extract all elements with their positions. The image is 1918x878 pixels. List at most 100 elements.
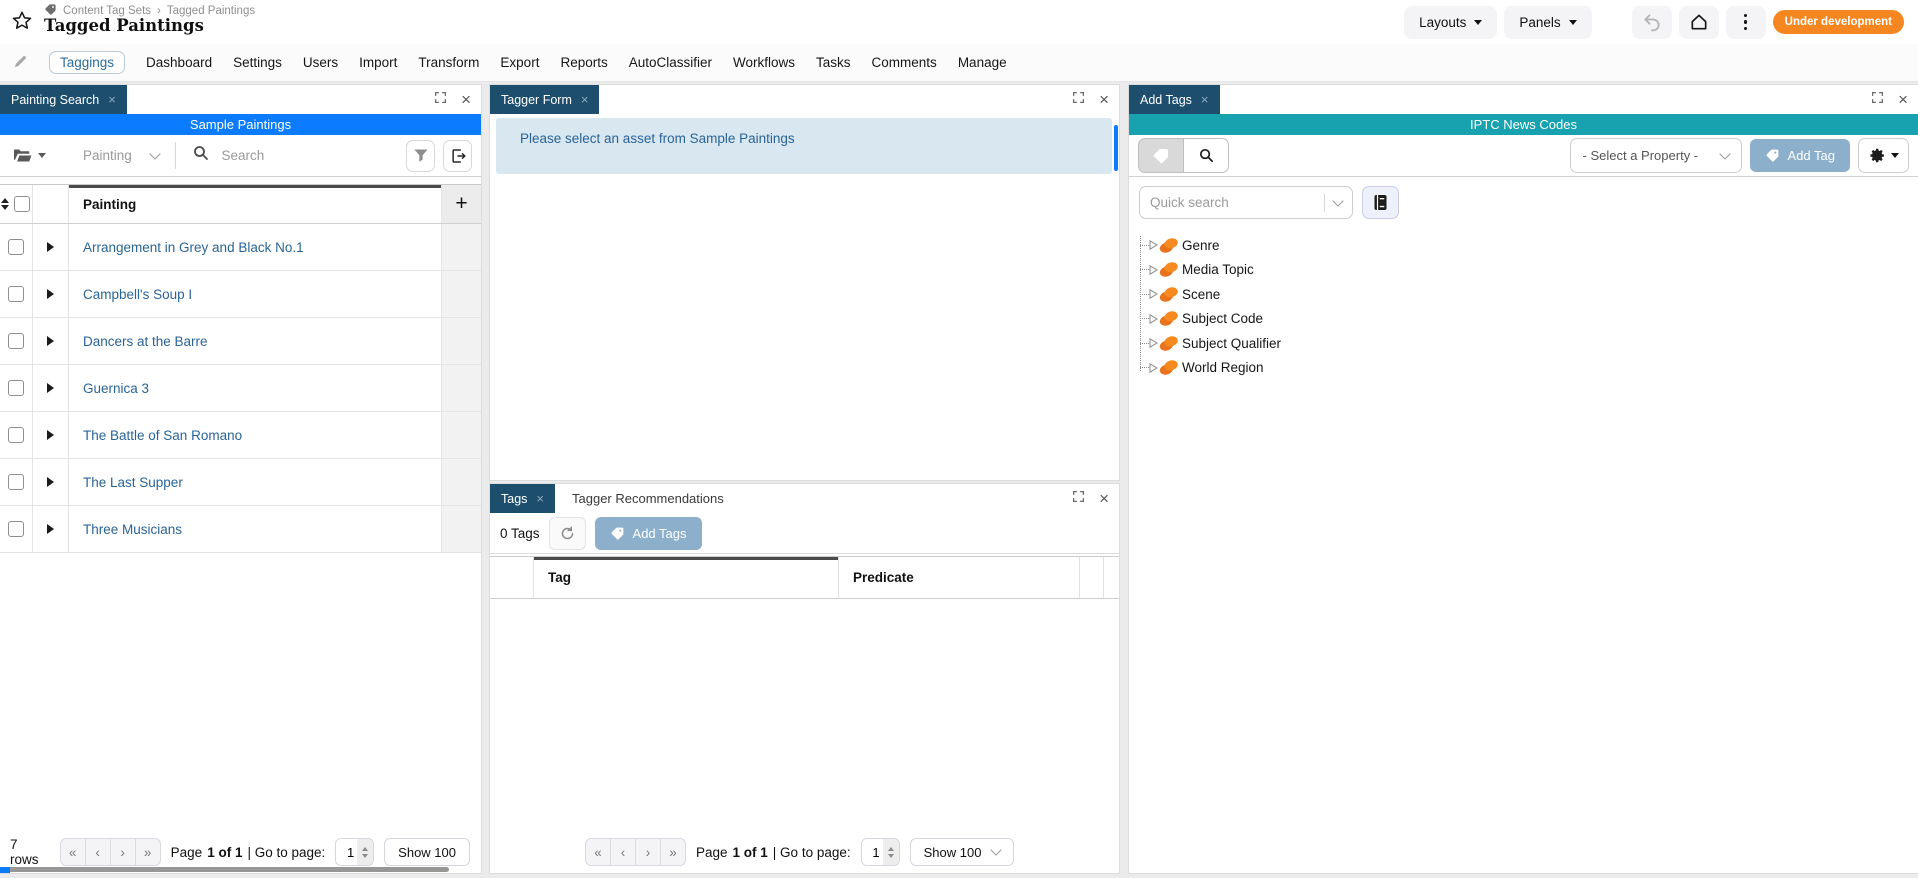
horizontal-scrollbar[interactable] [8,867,449,872]
tree-item-scene[interactable]: Scene [1136,282,1918,307]
painting-link[interactable]: The Battle of San Romano [83,428,242,443]
tree-item-genre[interactable]: Genre [1136,233,1918,258]
folder-menu-button[interactable] [9,147,49,164]
row-checkbox[interactable] [8,474,24,490]
next-page-button[interactable]: › [110,838,136,866]
painting-link[interactable]: Campbell's Soup I [83,287,192,302]
edit-pencil-icon[interactable] [13,54,28,72]
row-expander-icon[interactable] [47,430,54,440]
tree-expander-icon[interactable] [1149,265,1158,275]
painting-link[interactable]: Three Musicians [83,522,182,537]
nav-item-autoclassifier[interactable]: AutoClassifier [629,55,712,70]
tab-close-icon[interactable]: × [1201,92,1209,107]
search-input[interactable] [221,148,398,163]
row-expander-icon[interactable] [47,524,54,534]
column-header-painting[interactable]: Painting [69,185,442,223]
undo-button[interactable] [1632,6,1672,39]
layouts-button[interactable]: Layouts [1404,6,1497,39]
show-count-select[interactable]: Show 100 [384,838,470,866]
add-tags-button[interactable]: Add Tags [595,517,702,550]
nav-item-transform[interactable]: Transform [418,55,479,70]
nav-item-comments[interactable]: Comments [872,55,937,70]
close-icon[interactable]: × [1099,490,1109,507]
expand-icon[interactable] [1072,490,1085,508]
tab-close-icon[interactable]: × [581,92,589,107]
close-icon[interactable]: × [461,91,471,108]
row-expander-icon[interactable] [47,383,54,393]
last-page-button[interactable]: » [660,838,686,866]
add-tag-button[interactable]: Add Tag [1750,139,1850,172]
nav-item-workflows[interactable]: Workflows [733,55,795,70]
row-expander-icon[interactable] [47,336,54,346]
tab-tags[interactable]: Tags × [490,484,555,513]
painting-link[interactable]: The Last Supper [83,475,183,490]
show-count-select[interactable]: Show 100 [910,838,1015,866]
expand-icon[interactable] [1072,91,1085,109]
settings-button[interactable] [1858,138,1909,173]
row-checkbox[interactable] [8,239,24,255]
expand-icon[interactable] [1871,91,1884,109]
tree-expander-icon[interactable] [1149,314,1158,324]
tree-expander-icon[interactable] [1149,338,1158,348]
next-page-button[interactable]: › [635,838,661,866]
tab-add-tags[interactable]: Add Tags × [1129,85,1220,114]
tab-close-icon[interactable]: × [536,491,544,506]
painting-link[interactable]: Arrangement in Grey and Black No.1 [83,240,304,255]
close-icon[interactable]: × [1099,91,1109,108]
spinner-arrows[interactable] [357,839,373,865]
prev-page-button[interactable]: ‹ [610,838,636,866]
more-options-button[interactable] [1726,6,1766,39]
tree-expander-icon[interactable] [1149,240,1158,250]
row-expander-icon[interactable] [47,242,54,252]
select-property-dropdown[interactable]: - Select a Property - [1570,138,1742,173]
spinner-arrows[interactable] [883,839,899,865]
prev-page-button[interactable]: ‹ [85,838,111,866]
first-page-button[interactable]: « [60,838,86,866]
export-button[interactable] [443,140,472,172]
row-checkbox[interactable] [8,427,24,443]
row-expander-icon[interactable] [47,289,54,299]
expand-icon[interactable] [434,91,447,109]
tab-close-icon[interactable]: × [108,92,116,107]
tab-painting-search[interactable]: Painting Search × [0,85,127,114]
chevron-down-icon[interactable] [1332,195,1343,206]
close-icon[interactable]: × [1898,91,1908,108]
sort-icon[interactable] [1,198,9,211]
last-page-button[interactable]: » [135,838,161,866]
tree-item-subject-code[interactable]: Subject Code [1136,307,1918,332]
tree-item-world-region[interactable]: World Region [1136,356,1918,381]
dictionary-button[interactable] [1362,186,1399,219]
search-view-button[interactable] [1184,138,1229,173]
row-checkbox[interactable] [8,380,24,396]
nav-item-taggings[interactable]: Taggings [49,51,125,74]
nav-item-reports[interactable]: Reports [560,55,607,70]
row-checkbox[interactable] [8,521,24,537]
nav-item-export[interactable]: Export [500,55,539,70]
nav-item-settings[interactable]: Settings [233,55,282,70]
panels-button[interactable]: Panels [1504,6,1591,39]
nav-item-tasks[interactable]: Tasks [816,55,851,70]
nav-item-dashboard[interactable]: Dashboard [146,55,212,70]
favorite-star-icon[interactable] [11,10,33,37]
row-expander-icon[interactable] [47,477,54,487]
page-number-input[interactable] [862,839,883,865]
home-button[interactable] [1679,6,1719,39]
column-header-tag[interactable]: Tag [534,557,839,598]
tag-view-button[interactable] [1138,138,1184,173]
nav-item-users[interactable]: Users [303,55,338,70]
page-number-input[interactable] [336,839,357,865]
row-checkbox[interactable] [8,333,24,349]
painting-link[interactable]: Guernica 3 [83,381,149,396]
nav-item-manage[interactable]: Manage [958,55,1007,70]
refresh-button[interactable] [549,517,586,550]
quick-search-input[interactable] [1150,195,1315,210]
row-checkbox[interactable] [8,286,24,302]
painting-link[interactable]: Dancers at the Barre [83,334,208,349]
tab-tagger-recommendations[interactable]: Tagger Recommendations [555,484,741,513]
tree-expander-icon[interactable] [1149,363,1158,373]
vertical-scrollbar-thumb[interactable] [1114,125,1118,171]
nav-item-import[interactable]: Import [359,55,397,70]
asset-type-select[interactable]: Painting [57,148,167,163]
add-column-button[interactable]: + [442,185,481,223]
tree-expander-icon[interactable] [1149,289,1158,299]
